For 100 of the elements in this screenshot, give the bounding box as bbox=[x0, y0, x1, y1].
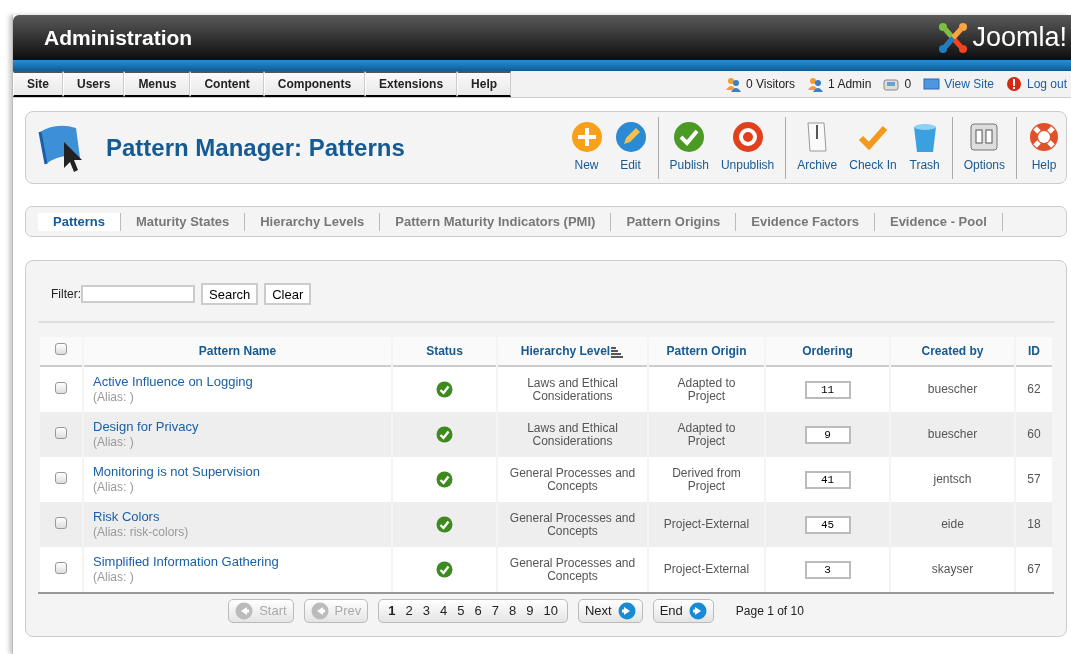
toolbar-button[interactable]: Trash bbox=[902, 116, 947, 179]
submenu-tab[interactable]: Evidence - Pool bbox=[874, 212, 1003, 231]
menu-item[interactable]: Components bbox=[263, 71, 366, 97]
header-title: Administration bbox=[44, 24, 193, 51]
status-link[interactable]: Log out bbox=[1005, 75, 1067, 93]
page-link[interactable]: 6 bbox=[469, 601, 487, 621]
page-info: Page 1 of 10 bbox=[735, 603, 804, 620]
published-icon[interactable] bbox=[436, 471, 453, 488]
page-link[interactable]: 5 bbox=[452, 601, 470, 621]
toolbar-button[interactable]: Unpublish bbox=[714, 116, 781, 179]
submenu-tab[interactable]: Evidence Factors bbox=[736, 212, 875, 231]
lifebuoy-icon bbox=[1028, 121, 1060, 153]
toolbar-button[interactable]: Options bbox=[957, 116, 1011, 179]
users-icon bbox=[724, 76, 742, 92]
column-header[interactable]: Pattern Name bbox=[198, 344, 277, 358]
logo-text: Joomla! bbox=[972, 21, 1067, 55]
pagination-button[interactable]: Next bbox=[577, 599, 643, 623]
status-item: 0 Visitors bbox=[724, 75, 796, 93]
settings-icon bbox=[968, 121, 1001, 153]
ordering-field[interactable]: 9 bbox=[804, 425, 851, 444]
table-cell: 60 bbox=[1027, 427, 1041, 441]
menu-item[interactable]: Extensions bbox=[365, 71, 458, 97]
page-link[interactable]: 7 bbox=[486, 601, 504, 621]
table-cell: Derived from Project bbox=[672, 465, 741, 493]
ordering-field[interactable]: 11 bbox=[804, 380, 851, 399]
published-icon[interactable] bbox=[436, 516, 453, 533]
ordering-field[interactable]: 3 bbox=[804, 560, 851, 579]
table-cell: skayser bbox=[931, 562, 974, 576]
table-cell: Project-External bbox=[663, 562, 750, 576]
page-link[interactable]: 8 bbox=[504, 601, 522, 621]
alias-text: (Alias: ) bbox=[93, 571, 134, 584]
filter-button[interactable]: Clear bbox=[264, 283, 312, 305]
page-link[interactable]: 2 bbox=[400, 601, 418, 621]
menu-item[interactable]: Users bbox=[63, 71, 125, 97]
menu-item[interactable]: Content bbox=[190, 71, 264, 97]
submenu-tab[interactable]: Pattern Origins bbox=[611, 212, 737, 231]
alias-text: (Alias: ) bbox=[93, 436, 134, 449]
status-item: 0 bbox=[883, 75, 912, 93]
filter-button[interactable]: Search bbox=[201, 283, 259, 305]
page-link[interactable]: 1 bbox=[383, 601, 401, 621]
table-cell: Adapted to Project bbox=[677, 375, 736, 403]
checkbox[interactable] bbox=[55, 382, 67, 394]
pattern-link[interactable]: Design for Privacy bbox=[93, 420, 390, 433]
published-icon[interactable] bbox=[436, 426, 453, 443]
table-cell: Project-External bbox=[663, 517, 750, 531]
column-header[interactable]: ID bbox=[1028, 344, 1040, 358]
table-cell: Laws and Ethical Considerations bbox=[527, 420, 618, 448]
ordering-field[interactable]: 45 bbox=[804, 515, 851, 534]
menu-item[interactable]: Site bbox=[13, 71, 63, 97]
page-link[interactable]: 3 bbox=[417, 601, 436, 621]
menu-item[interactable]: Help bbox=[457, 71, 512, 97]
toolbar-button[interactable]: Publish bbox=[663, 116, 715, 179]
table-cell: General Processes and Concepts bbox=[509, 510, 636, 538]
pattern-link[interactable]: Active Influence on Logging bbox=[93, 375, 390, 388]
filter-field[interactable] bbox=[81, 285, 195, 303]
status-link[interactable]: View Site bbox=[923, 75, 994, 93]
pattern-link[interactable]: Simplified Information Gathering bbox=[93, 555, 390, 568]
submenu-tab[interactable]: Patterns bbox=[38, 212, 122, 231]
published-icon[interactable] bbox=[436, 381, 453, 398]
page-title: Pattern Manager: Patterns bbox=[106, 132, 405, 163]
column-header[interactable]: Status bbox=[426, 344, 463, 358]
checkbox[interactable] bbox=[55, 562, 67, 574]
checkbox[interactable] bbox=[55, 427, 67, 439]
alias-text: (Alias: risk-colors) bbox=[93, 526, 189, 539]
alias-text: (Alias: ) bbox=[93, 481, 134, 494]
menu-item[interactable]: Menus bbox=[124, 71, 191, 97]
table-cell: General Processes and Concepts bbox=[509, 555, 636, 583]
users-icon bbox=[807, 76, 825, 92]
pencil-icon bbox=[614, 121, 647, 153]
table-cell: jentsch bbox=[933, 472, 972, 486]
table-cell: 57 bbox=[1027, 472, 1041, 486]
table-cell: buescher bbox=[927, 427, 978, 441]
arrow-right-icon bbox=[688, 602, 707, 620]
pattern-link[interactable]: Risk Colors bbox=[93, 510, 390, 523]
filter-label: Filter: bbox=[51, 286, 81, 303]
alias-text: (Alias: ) bbox=[93, 391, 134, 404]
pattern-link[interactable]: Monitoring is not Supervision bbox=[93, 465, 390, 478]
column-header[interactable]: Ordering bbox=[802, 344, 853, 358]
toolbar-button[interactable]: Archive bbox=[791, 116, 844, 179]
ordering-field[interactable]: 41 bbox=[804, 470, 851, 489]
page-link[interactable]: 9 bbox=[521, 601, 539, 621]
submenu-tab[interactable]: Maturity States bbox=[121, 212, 246, 231]
monitor-icon bbox=[923, 76, 941, 92]
pagination-button[interactable]: End bbox=[652, 599, 714, 623]
published-icon[interactable] bbox=[436, 561, 453, 578]
inbox-icon bbox=[883, 76, 901, 92]
toolbar-button[interactable]: Help bbox=[1022, 116, 1066, 179]
page-link[interactable]: 10 bbox=[538, 601, 563, 621]
checkbox[interactable] bbox=[55, 343, 67, 355]
checkbox[interactable] bbox=[55, 472, 67, 484]
toolbar-button[interactable]: Edit bbox=[608, 116, 653, 179]
submenu-tab[interactable]: Pattern Maturity Indicators (PMI) bbox=[380, 212, 612, 231]
page-link[interactable]: 4 bbox=[435, 601, 453, 621]
toolbar-button[interactable]: Check In bbox=[843, 116, 903, 179]
plus-icon bbox=[570, 121, 603, 153]
check-icon bbox=[673, 121, 706, 153]
toolbar-button[interactable]: New bbox=[564, 116, 609, 179]
submenu-tab[interactable]: Hierarchy Levels bbox=[245, 212, 381, 231]
checkbox[interactable] bbox=[55, 517, 67, 529]
arrow-left-icon bbox=[310, 602, 329, 620]
